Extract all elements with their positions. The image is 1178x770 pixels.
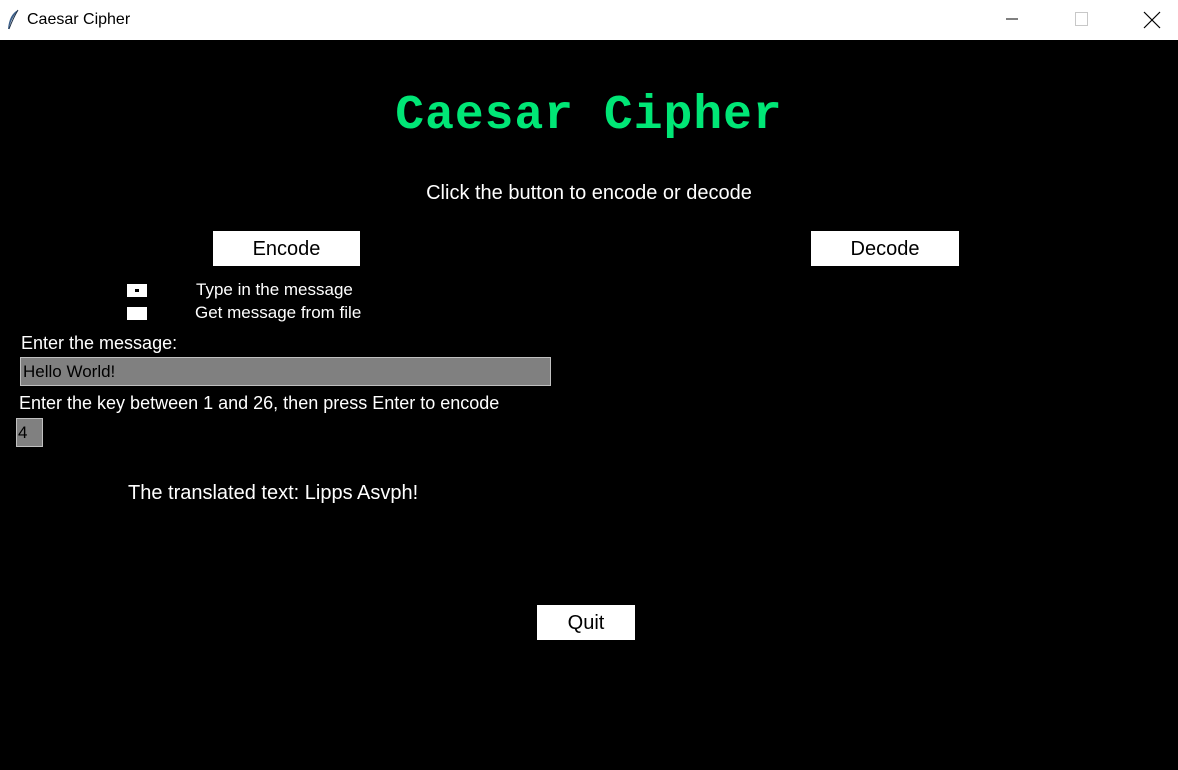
close-icon [1143, 11, 1161, 29]
key-label: Enter the key between 1 and 26, then pre… [19, 393, 500, 413]
key-input[interactable] [16, 418, 43, 447]
radio-label-type-message: Type in the message [196, 280, 353, 299]
translated-text: The translated text: Lipps Asvph! [128, 482, 419, 504]
encode-button[interactable]: Encode [213, 231, 360, 266]
radio-label-file-message: Get message from file [195, 303, 362, 322]
radio-indicator[interactable] [127, 307, 147, 320]
maximize-icon [1075, 12, 1088, 26]
minimize-button[interactable] [989, 0, 1035, 40]
radio-dot-icon [135, 289, 139, 292]
app-heading: Caesar Cipher [395, 89, 783, 143]
window-title: Caesar Cipher [27, 11, 131, 28]
instruction-text: Click the button to encode or decode [426, 182, 752, 204]
title-bar: Caesar Cipher [0, 0, 1178, 40]
message-input[interactable] [20, 357, 551, 386]
message-label: Enter the message: [21, 333, 178, 353]
app-content: Caesar Cipher Click the button to encode… [0, 40, 1178, 770]
maximize-button[interactable] [1058, 0, 1104, 40]
minimize-icon [1006, 18, 1018, 20]
radio-indicator-selected[interactable] [127, 284, 147, 297]
decode-button[interactable]: Decode [811, 231, 959, 266]
app-window: Caesar Cipher Caesar Cipher Click the bu… [0, 0, 1178, 770]
quit-button[interactable]: Quit [537, 605, 635, 640]
feather-icon [6, 9, 20, 31]
close-button[interactable] [1127, 0, 1173, 40]
